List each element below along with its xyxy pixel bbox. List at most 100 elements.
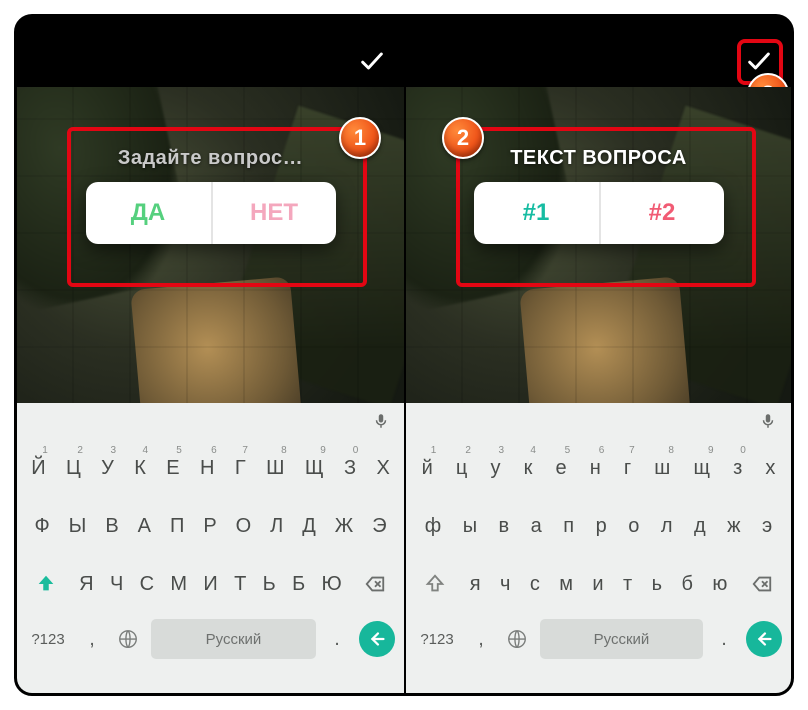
key[interactable]: Ч: [104, 559, 130, 609]
keyboard-row-2: фывапролджэ: [406, 497, 791, 555]
key[interactable]: ь: [644, 559, 670, 609]
spacebar[interactable]: Русский: [540, 619, 703, 659]
keyboard-row-3: ячсмитьбю: [406, 555, 791, 613]
key[interactable]: ш8: [645, 443, 680, 493]
key[interactable]: п: [555, 501, 583, 551]
key[interactable]: Ь: [256, 559, 281, 609]
key[interactable]: Щ9: [297, 443, 332, 493]
enter-key[interactable]: [354, 617, 400, 661]
backspace-key[interactable]: [739, 559, 785, 609]
key[interactable]: й1: [412, 443, 442, 493]
key[interactable]: э: [753, 501, 781, 551]
comma-key[interactable]: ,: [75, 617, 109, 661]
key[interactable]: м: [552, 559, 581, 609]
key[interactable]: н6: [580, 443, 610, 493]
key[interactable]: я: [462, 559, 488, 609]
spacebar[interactable]: Русский: [151, 619, 316, 659]
story-canvas[interactable]: 2 ТЕКСТ ВОПРОСА #1 #2: [406, 87, 791, 403]
keyboard: й1ц2у3к4е5н6г7ш8щ9з0х фывапролджэ ячсмит…: [406, 403, 791, 693]
backspace-key[interactable]: [352, 559, 398, 609]
period-key[interactable]: .: [707, 617, 741, 661]
key[interactable]: у3: [481, 443, 510, 493]
key[interactable]: щ9: [684, 443, 720, 493]
poll-option-no[interactable]: НЕТ: [211, 182, 336, 244]
poll-sticker[interactable]: Задайте вопрос… ДА НЕТ: [81, 147, 341, 244]
key[interactable]: а: [522, 501, 551, 551]
key[interactable]: о: [619, 501, 648, 551]
enter-key[interactable]: [741, 617, 787, 661]
globe-key[interactable]: [109, 617, 147, 661]
poll-question-input[interactable]: ТЕКСТ ВОПРОСА: [510, 147, 687, 170]
key[interactable]: д: [685, 501, 714, 551]
key[interactable]: б: [674, 559, 701, 609]
poll-option-2[interactable]: #2: [599, 182, 724, 244]
key[interactable]: ю: [705, 559, 735, 609]
key[interactable]: е5: [546, 443, 576, 493]
symbols-key[interactable]: ?123: [21, 617, 75, 661]
key[interactable]: Е5: [158, 443, 188, 493]
keyboard-row-bottom: ?123 , Русский .: [406, 613, 791, 669]
key[interactable]: ф: [416, 501, 450, 551]
story-topbar: 3: [406, 17, 791, 87]
key[interactable]: л: [652, 501, 681, 551]
key[interactable]: г7: [614, 443, 640, 493]
key[interactable]: т: [615, 559, 640, 609]
key[interactable]: У3: [93, 443, 122, 493]
key[interactable]: Х: [368, 443, 398, 493]
key[interactable]: С: [133, 559, 160, 609]
confirm-icon[interactable]: [358, 47, 386, 75]
key[interactable]: Ы: [61, 501, 94, 551]
key[interactable]: Д: [295, 501, 324, 551]
poll-question-input[interactable]: Задайте вопрос…: [118, 147, 303, 170]
key[interactable]: Й1: [23, 443, 54, 493]
key[interactable]: с: [522, 559, 547, 609]
key[interactable]: Ф: [27, 501, 57, 551]
poll-option-yes[interactable]: ДА: [86, 182, 211, 244]
key[interactable]: Ш8: [258, 443, 293, 493]
key[interactable]: К4: [126, 443, 154, 493]
keyboard: Й1Ц2У3К4Е5Н6Г7Ш8Щ9З0Х ФЫВАПРОЛДЖЭ ЯЧСМИТ…: [17, 403, 404, 693]
key[interactable]: в: [490, 501, 518, 551]
key[interactable]: к4: [514, 443, 542, 493]
key[interactable]: Ю: [315, 559, 348, 609]
key[interactable]: ж: [718, 501, 749, 551]
key[interactable]: Э: [365, 501, 394, 551]
key[interactable]: р: [587, 501, 616, 551]
poll-option-1[interactable]: #1: [474, 182, 599, 244]
story-canvas[interactable]: Задайте вопрос… ДА НЕТ 1: [17, 87, 404, 403]
key[interactable]: Н6: [192, 443, 223, 493]
key[interactable]: з0: [724, 443, 752, 493]
key[interactable]: М: [164, 559, 193, 609]
key[interactable]: И: [197, 559, 224, 609]
key[interactable]: и: [585, 559, 612, 609]
key[interactable]: Р: [196, 501, 224, 551]
key[interactable]: Я: [73, 559, 100, 609]
key[interactable]: Ц2: [58, 443, 89, 493]
key[interactable]: П: [163, 501, 192, 551]
key[interactable]: Б: [286, 559, 311, 609]
key[interactable]: Г7: [227, 443, 254, 493]
key[interactable]: Л: [263, 501, 291, 551]
poll-choices: ДА НЕТ: [86, 182, 336, 244]
period-key[interactable]: .: [320, 617, 354, 661]
key[interactable]: Ж: [327, 501, 360, 551]
shift-key[interactable]: [412, 559, 458, 609]
shift-key[interactable]: [23, 559, 69, 609]
key[interactable]: З0: [336, 443, 364, 493]
key[interactable]: ц2: [446, 443, 477, 493]
poll-sticker[interactable]: ТЕКСТ ВОПРОСА #1 #2: [469, 147, 729, 244]
key[interactable]: ы: [454, 501, 486, 551]
key[interactable]: х: [756, 443, 785, 493]
globe-key[interactable]: [498, 617, 536, 661]
confirm-icon[interactable]: [745, 47, 773, 75]
key[interactable]: ч: [492, 559, 518, 609]
symbols-key[interactable]: ?123: [410, 617, 464, 661]
mic-icon[interactable]: [372, 412, 390, 430]
comma-key[interactable]: ,: [464, 617, 498, 661]
key[interactable]: В: [98, 501, 126, 551]
keyboard-row-1: Й1Ц2У3К4Е5Н6Г7Ш8Щ9З0Х: [17, 439, 404, 497]
mic-icon[interactable]: [759, 412, 777, 430]
key[interactable]: О: [228, 501, 259, 551]
key[interactable]: А: [130, 501, 158, 551]
key[interactable]: Т: [228, 559, 253, 609]
